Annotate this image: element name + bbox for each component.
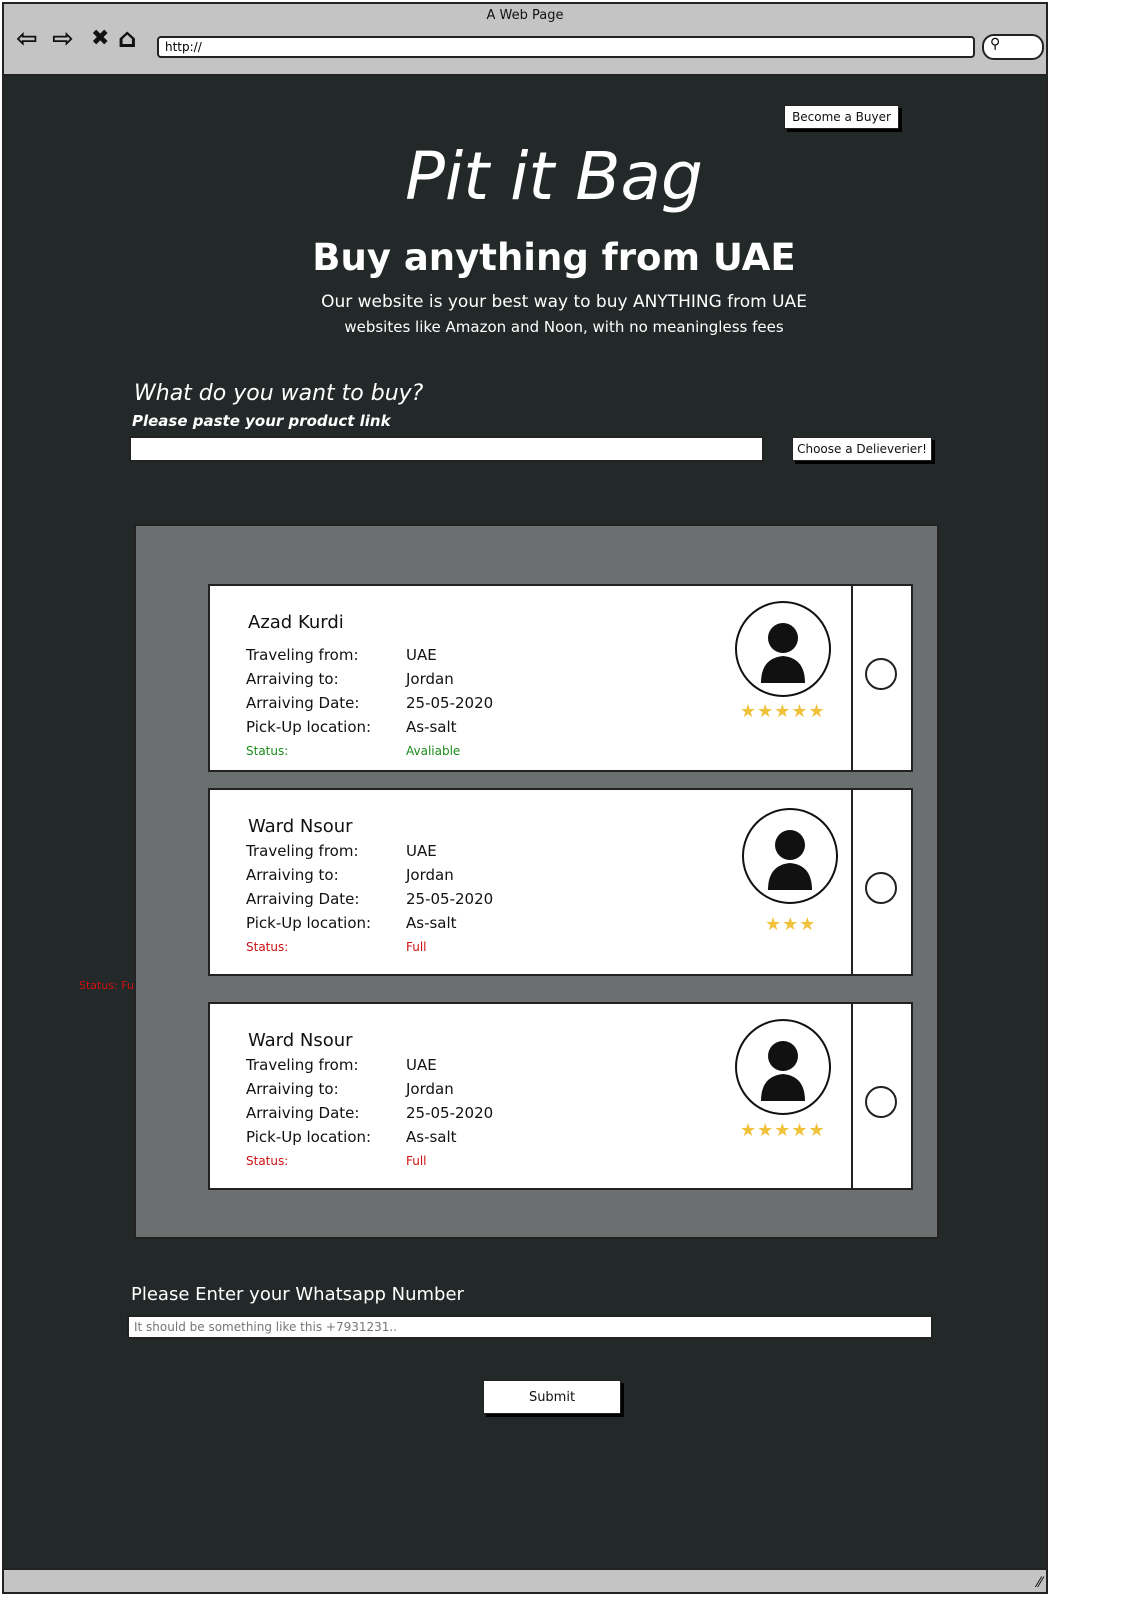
deliverer-card[interactable]: Ward Nsour Traveling from: UAE Arraiving…	[208, 788, 913, 976]
resize-grip-icon[interactable]: ⁄⁄	[1037, 1575, 1042, 1591]
browser-window: A Web Page ⇦ ⇨ ✖ ⌂ http:// ⚲ Become a Bu…	[2, 2, 1048, 1594]
search-icon: ⚲	[990, 36, 1001, 52]
arriving-to-value: Jordan	[406, 1080, 454, 1098]
paste-hint: Please paste your product link	[132, 412, 391, 430]
pickup-label: Pick-Up location:	[246, 914, 372, 932]
product-link-input[interactable]	[129, 436, 764, 462]
forward-arrow-icon[interactable]: ⇨	[52, 24, 74, 54]
status-label: Status:	[246, 1154, 289, 1168]
tagline-line-1: Our website is your best way to buy ANYT…	[321, 292, 807, 312]
pickup-value: As-salt	[406, 914, 457, 932]
floating-status-note: Status: Full	[79, 979, 141, 992]
status-value: Full	[406, 1154, 427, 1168]
status-label: Status:	[246, 744, 289, 758]
status-bar: ⁄⁄	[4, 1568, 1046, 1592]
arriving-to-value: Jordan	[406, 866, 454, 884]
arriving-date-value: 25-05-2020	[406, 1104, 494, 1122]
pickup-value: As-salt	[406, 718, 457, 736]
select-deliverer-radio[interactable]	[865, 658, 897, 690]
user-icon	[768, 830, 812, 890]
whatsapp-label: Please Enter your Whatsapp Number	[131, 1284, 464, 1305]
pickup-value: As-salt	[406, 1128, 457, 1146]
browser-toolbar: A Web Page ⇦ ⇨ ✖ ⌂ http:// ⚲	[4, 4, 1046, 76]
whatsapp-input[interactable]	[127, 1315, 933, 1339]
arriving-to-value: Jordan	[406, 670, 454, 688]
deliverer-name: Ward Nsour	[248, 816, 353, 837]
select-deliverer-radio[interactable]	[865, 1086, 897, 1118]
tagline-line-2: websites like Amazon and Noon, with no m…	[344, 318, 784, 336]
url-bar[interactable]: http://	[157, 36, 975, 58]
deliverer-name: Azad Kurdi	[248, 612, 344, 633]
arriving-to-label: Arraiving to:	[246, 670, 339, 688]
avatar	[735, 1019, 831, 1115]
traveling-from-label: Traveling from:	[246, 842, 359, 860]
user-icon	[761, 1041, 805, 1101]
buy-question: What do you want to buy?	[134, 381, 424, 406]
brand-title: Pit it Bag	[405, 138, 703, 215]
avatar	[735, 601, 831, 697]
select-column	[851, 790, 911, 974]
traveling-from-label: Traveling from:	[246, 646, 359, 664]
pickup-label: Pick-Up location:	[246, 1128, 372, 1146]
status-value: Avaliable	[406, 744, 461, 758]
traveling-from-label: Traveling from:	[246, 1056, 359, 1074]
arriving-to-label: Arraiving to:	[246, 866, 339, 884]
status-label: Status:	[246, 940, 289, 954]
select-column	[851, 586, 911, 770]
become-buyer-button[interactable]: Become a Buyer	[784, 105, 899, 129]
arriving-to-label: Arraiving to:	[246, 1080, 339, 1098]
rating-stars: ★★★★★	[740, 701, 826, 722]
headline: Buy anything from UAE	[312, 236, 796, 279]
deliverer-card[interactable]: Azad Kurdi Traveling from: UAE Arraiving…	[208, 584, 913, 772]
submit-button[interactable]: Submit	[483, 1380, 621, 1414]
browser-search-box[interactable]: ⚲	[982, 34, 1044, 60]
rating-stars: ★★★	[765, 914, 817, 935]
arriving-date-label: Arraiving Date:	[246, 890, 360, 908]
traveling-from-value: UAE	[406, 842, 437, 860]
select-deliverer-radio[interactable]	[865, 872, 897, 904]
rating-stars: ★★★★★	[740, 1120, 826, 1141]
back-arrow-icon[interactable]: ⇦	[16, 24, 38, 54]
arriving-date-value: 25-05-2020	[406, 694, 494, 712]
user-icon	[761, 623, 805, 683]
window-title: A Web Page	[486, 8, 564, 23]
arriving-date-label: Arraiving Date:	[246, 1104, 360, 1122]
deliverer-name: Ward Nsour	[248, 1030, 353, 1051]
deliverer-card[interactable]: Ward Nsour Traveling from: UAE Arraiving…	[208, 1002, 913, 1190]
status-value: Full	[406, 940, 427, 954]
deliverers-panel: Azad Kurdi Traveling from: UAE Arraiving…	[134, 524, 939, 1239]
home-icon[interactable]: ⌂	[118, 24, 137, 54]
arriving-date-value: 25-05-2020	[406, 890, 494, 908]
choose-deliverer-button[interactable]: Choose a Delieverier!	[792, 437, 932, 461]
avatar	[742, 808, 838, 904]
arriving-date-label: Arraiving Date:	[246, 694, 360, 712]
traveling-from-value: UAE	[406, 1056, 437, 1074]
close-icon[interactable]: ✖	[91, 24, 109, 54]
select-column	[851, 1004, 911, 1188]
traveling-from-value: UAE	[406, 646, 437, 664]
pickup-label: Pick-Up location:	[246, 718, 372, 736]
